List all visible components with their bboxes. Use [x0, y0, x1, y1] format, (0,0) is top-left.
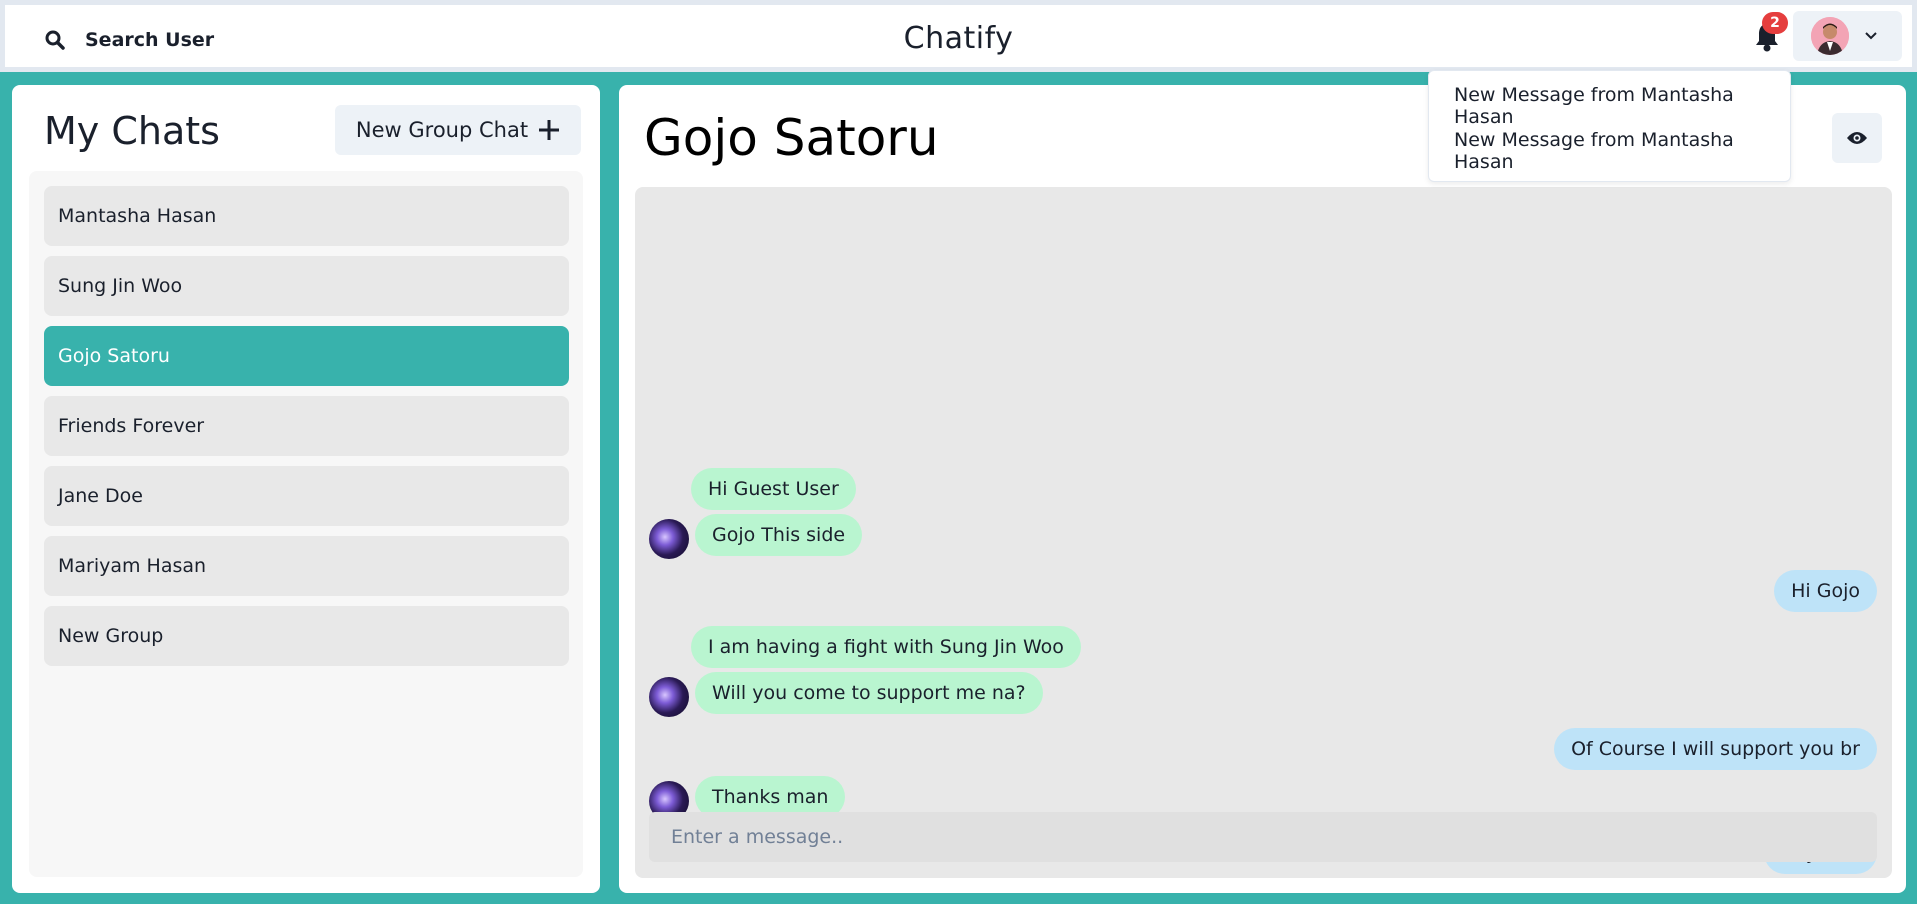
chevron-down-icon [1865, 32, 1877, 40]
chat-item-sung-jin-woo[interactable]: Sung Jin Woo [44, 256, 569, 316]
new-group-chat-button[interactable]: New Group Chat [335, 105, 581, 155]
message-bubble-incoming: Hi Guest User [691, 468, 856, 510]
user-avatar [1811, 17, 1849, 55]
chat-title: Gojo Satoru [644, 109, 939, 167]
message-bubble-incoming: Gojo This side [695, 514, 863, 556]
notification-menu: New Message from Mantasha Hasan New Mess… [1428, 70, 1791, 182]
message-bubble-outgoing: Of Course I will support you br [1554, 728, 1877, 770]
chat-item-gojo-satoru[interactable]: Gojo Satoru [44, 326, 569, 386]
view-profile-button[interactable] [1832, 113, 1882, 163]
new-group-chat-label: New Group Chat [355, 118, 529, 142]
sender-avatar[interactable] [649, 677, 689, 717]
plus-icon [539, 120, 560, 140]
sender-avatar[interactable] [649, 519, 689, 559]
notification-badge: 2 [1762, 12, 1788, 34]
message-bubble-incoming: I am having a fight with Sung Jin Woo [691, 626, 1081, 668]
chat-panel: Gojo Satoru Hi Guest User Gojo This side… [619, 85, 1906, 893]
message-bubble-outgoing: Hi Gojo [1774, 570, 1877, 612]
chat-item-new-group[interactable]: New Group [44, 606, 569, 666]
chat-item-friends-forever[interactable]: Friends Forever [44, 396, 569, 456]
profile-menu-button[interactable] [1793, 11, 1902, 61]
chat-list: Mantasha Hasan Sung Jin Woo Gojo Satoru … [29, 171, 583, 877]
app-title: Chatify [903, 21, 1014, 56]
message-bubble-incoming: Will you come to support me na? [695, 672, 1043, 714]
chat-item-jane-doe[interactable]: Jane Doe [44, 466, 569, 526]
notification-item[interactable]: New Message from Mantasha Hasan [1429, 83, 1790, 128]
notification-item[interactable]: New Message from Mantasha Hasan [1429, 128, 1790, 173]
top-bar: Search User Chatify [0, 0, 1917, 72]
chat-item-mantasha-hasan[interactable]: Mantasha Hasan [44, 186, 569, 246]
message-input[interactable] [649, 812, 1877, 862]
message-area: Hi Guest User Gojo This side Hi Gojo I a… [635, 187, 1892, 878]
eye-icon [1847, 132, 1867, 144]
my-chats-title: My Chats [44, 109, 220, 153]
chat-item-mariyam-hasan[interactable]: Mariyam Hasan [44, 536, 569, 596]
my-chats-panel: My Chats New Group Chat Mantasha Hasan S… [12, 85, 600, 893]
